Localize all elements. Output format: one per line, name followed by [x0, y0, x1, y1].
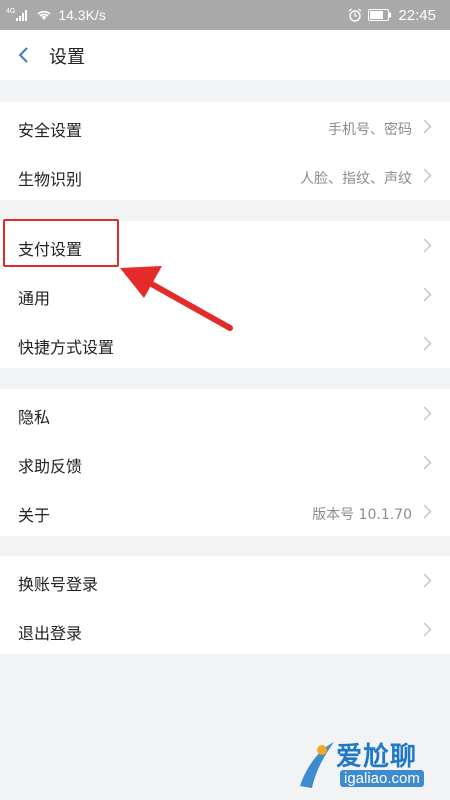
row-label: 换账号登录 — [18, 575, 99, 594]
clock-time: 22:45 — [398, 6, 436, 24]
status-left: 4G 14.3K/s — [6, 0, 106, 30]
watermark-url: igaliao.com — [340, 770, 424, 787]
row-label: 快捷方式设置 — [18, 338, 115, 357]
row-privacy[interactable]: 隐私 — [0, 389, 450, 438]
row-label: 关于 — [18, 506, 51, 525]
row-value: 人脸、指纹、声纹 — [300, 171, 412, 187]
row-value: 版本号 10.1.70 — [312, 507, 412, 523]
status-bar: 4G 14.3K/s 22:45 — [0, 0, 450, 30]
back-arrow-icon[interactable] — [18, 47, 30, 63]
status-right: 22:45 — [348, 0, 436, 30]
row-help-feedback[interactable]: 求助反馈 — [0, 438, 450, 487]
chevron-right-icon — [423, 119, 432, 134]
chevron-right-icon — [423, 622, 432, 637]
settings-section-account: 安全设置 手机号、密码 生物识别 人脸、指纹、声纹 — [0, 102, 450, 200]
alarm-icon — [348, 8, 362, 22]
signal-icon — [16, 9, 30, 21]
chevron-right-icon — [423, 406, 432, 421]
row-label: 隐私 — [18, 408, 51, 427]
row-logout[interactable]: 退出登录 — [0, 605, 450, 654]
row-biometrics[interactable]: 生物识别 人脸、指纹、声纹 — [0, 151, 450, 200]
page-title: 设置 — [49, 47, 85, 68]
header-bar: 设置 — [0, 30, 450, 80]
row-label: 求助反馈 — [18, 457, 83, 476]
settings-section-info: 隐私 求助反馈 关于 版本号 10.1.70 — [0, 389, 450, 536]
chevron-right-icon — [423, 573, 432, 588]
watermark-logo-icon — [296, 738, 336, 796]
row-label: 安全设置 — [18, 121, 83, 140]
row-about[interactable]: 关于 版本号 10.1.70 — [0, 487, 450, 536]
row-security-settings[interactable]: 安全设置 手机号、密码 — [0, 102, 450, 151]
battery-icon — [368, 9, 392, 21]
carrier-label: 4G — [6, 7, 16, 15]
row-label: 通用 — [18, 289, 51, 308]
red-arrow-icon — [118, 258, 236, 338]
settings-section-login: 换账号登录 退出登录 — [0, 556, 450, 654]
chevron-right-icon — [423, 336, 432, 351]
row-label: 生物识别 — [18, 170, 83, 189]
chevron-right-icon — [423, 287, 432, 302]
watermark: 爱尬聊 igaliao.com — [296, 734, 446, 796]
highlight-box — [3, 219, 119, 267]
watermark-text: 爱尬聊 — [336, 742, 418, 772]
chevron-right-icon — [423, 504, 432, 519]
row-value: 手机号、密码 — [328, 122, 412, 138]
chevron-right-icon — [423, 238, 432, 253]
chevron-right-icon — [423, 168, 432, 183]
wifi-icon — [36, 9, 52, 21]
row-label: 退出登录 — [18, 624, 83, 643]
chevron-right-icon — [423, 455, 432, 470]
row-switch-account[interactable]: 换账号登录 — [0, 556, 450, 605]
network-speed: 14.3K/s — [58, 7, 106, 23]
